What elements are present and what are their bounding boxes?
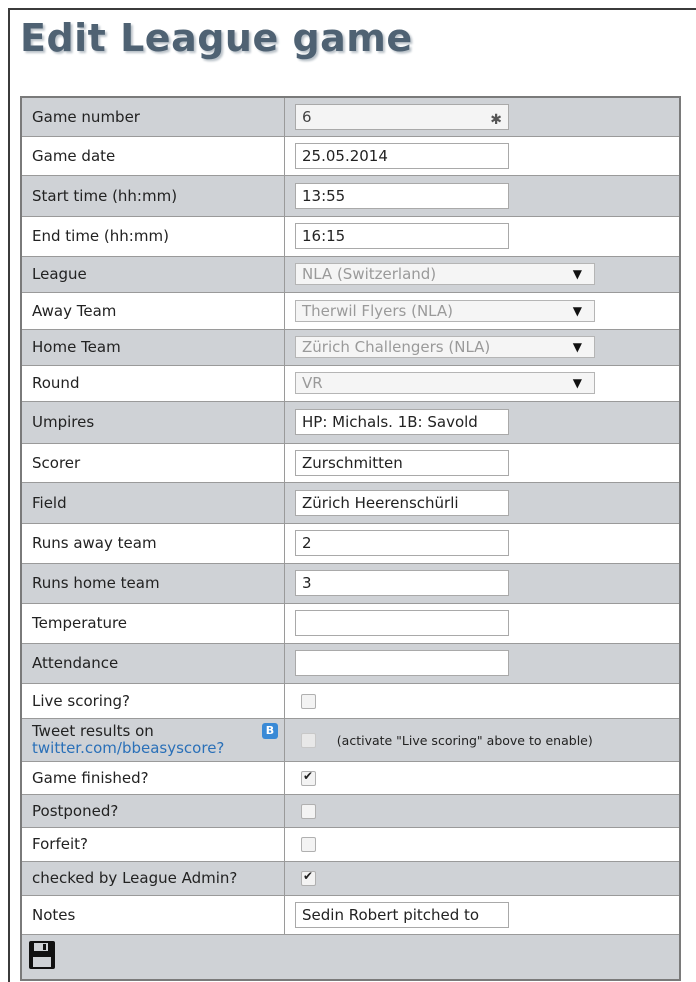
twitter-icon: B [262, 722, 278, 739]
game-date-cell [284, 135, 681, 176]
frame-border-left [8, 8, 10, 982]
postponed-cell [284, 793, 681, 828]
notes-field[interactable] [295, 901, 509, 928]
tweet-results-label: Tweet results on [32, 721, 154, 740]
home-team-select[interactable]: Zürich Challengers (NLA) ▼ [295, 336, 595, 358]
round-cell: VR ▼ [284, 364, 681, 402]
away-team-value: Therwil Flyers (NLA) [302, 301, 453, 320]
checked-by-admin-label: checked by League Admin? [20, 860, 285, 896]
attendance-cell [284, 642, 681, 684]
checked-by-admin-checkbox[interactable] [301, 869, 316, 886]
forfeit-label: Forfeit? [20, 826, 285, 862]
away-team-cell: Therwil Flyers (NLA) ▼ [284, 291, 681, 330]
end-time-cell [284, 215, 681, 257]
runs-home-label: Runs home team [20, 562, 285, 604]
game-finished-checkbox[interactable] [301, 769, 316, 786]
chevron-down-icon: ▼ [572, 376, 582, 390]
live-scoring-checkbox[interactable] [301, 693, 316, 709]
league-select[interactable]: NLA (Switzerland) ▼ [295, 263, 595, 285]
tweet-results-checkbox[interactable] [301, 732, 316, 748]
home-team-value: Zürich Challengers (NLA) [302, 338, 491, 356]
runs-home-field[interactable] [295, 570, 509, 596]
round-select[interactable]: VR ▼ [295, 372, 595, 394]
postponed-label: Postponed? [20, 793, 285, 828]
home-team-cell: Zürich Challengers (NLA) ▼ [284, 328, 681, 366]
notes-label: Notes [20, 894, 285, 935]
tweet-results-label-cell: Tweet results on twitter.com/bbeasyscore… [20, 717, 285, 762]
scorer-cell [284, 442, 681, 483]
league-cell: NLA (Switzerland) ▼ [284, 255, 681, 293]
game-date-label: Game date [20, 135, 285, 176]
tweet-results-hint: (activate "Live scoring" above to enable… [336, 732, 593, 748]
umpires-cell [284, 400, 681, 444]
field-cell [284, 481, 681, 524]
home-team-label: Home Team [20, 328, 285, 366]
game-finished-label: Game finished? [20, 760, 285, 795]
tweet-results-cell: (activate "Live scoring" above to enable… [284, 717, 681, 762]
temperature-label: Temperature [20, 602, 285, 644]
live-scoring-label: Live scoring? [20, 682, 285, 719]
runs-away-label: Runs away team [20, 522, 285, 564]
runs-home-cell [284, 562, 681, 604]
game-date-field[interactable] [295, 142, 509, 169]
umpires-label: Umpires [20, 400, 285, 444]
start-time-field[interactable] [295, 182, 509, 209]
round-label: Round [20, 364, 285, 402]
round-value: VR [302, 374, 323, 392]
start-time-label: Start time (hh:mm) [20, 174, 285, 217]
end-time-label: End time (hh:mm) [20, 215, 285, 257]
runs-away-cell [284, 522, 681, 564]
sparkle-icon[interactable]: ✱ [490, 108, 502, 132]
league-label: League [20, 255, 285, 293]
temperature-cell [284, 602, 681, 644]
game-number-field[interactable]: 6 ✱ [295, 103, 509, 132]
postponed-checkbox[interactable] [301, 803, 316, 819]
field-field[interactable] [295, 489, 509, 516]
frame-border-top [8, 8, 696, 10]
away-team-select[interactable]: Therwil Flyers (NLA) ▼ [295, 299, 595, 322]
away-team-label: Away Team [20, 291, 285, 330]
scorer-label: Scorer [20, 442, 285, 483]
game-number-cell: 6 ✱ [284, 96, 681, 137]
game-number-value: 6 [302, 107, 312, 126]
scorer-field[interactable] [295, 449, 509, 476]
temperature-field[interactable] [295, 610, 509, 636]
floppy-disk-icon[interactable] [28, 940, 56, 974]
league-value: NLA (Switzerland) [302, 265, 437, 283]
attendance-field[interactable] [295, 650, 509, 676]
checked-by-admin-cell [284, 860, 681, 896]
chevron-down-icon: ▼ [572, 340, 582, 354]
page-title: Edit League game [20, 16, 413, 60]
game-edit-form: Game number 6✱ Game date Start time (hh:… [20, 96, 681, 981]
umpires-field[interactable] [295, 409, 509, 435]
field-label: Field [20, 481, 285, 524]
live-scoring-cell [284, 682, 681, 719]
game-number-label: Game number [20, 96, 285, 137]
start-time-cell [284, 174, 681, 217]
forfeit-checkbox[interactable] [301, 837, 316, 852]
save-row [20, 933, 681, 980]
attendance-label: Attendance [20, 642, 285, 684]
game-finished-cell [284, 760, 681, 795]
end-time-field[interactable] [295, 223, 509, 249]
notes-cell [284, 894, 681, 935]
forfeit-cell [284, 826, 681, 862]
twitter-link[interactable]: twitter.com/bbeasyscore? [32, 739, 224, 757]
chevron-down-icon: ▼ [572, 303, 582, 318]
runs-away-field[interactable] [295, 530, 509, 556]
chevron-down-icon: ▼ [572, 267, 582, 281]
